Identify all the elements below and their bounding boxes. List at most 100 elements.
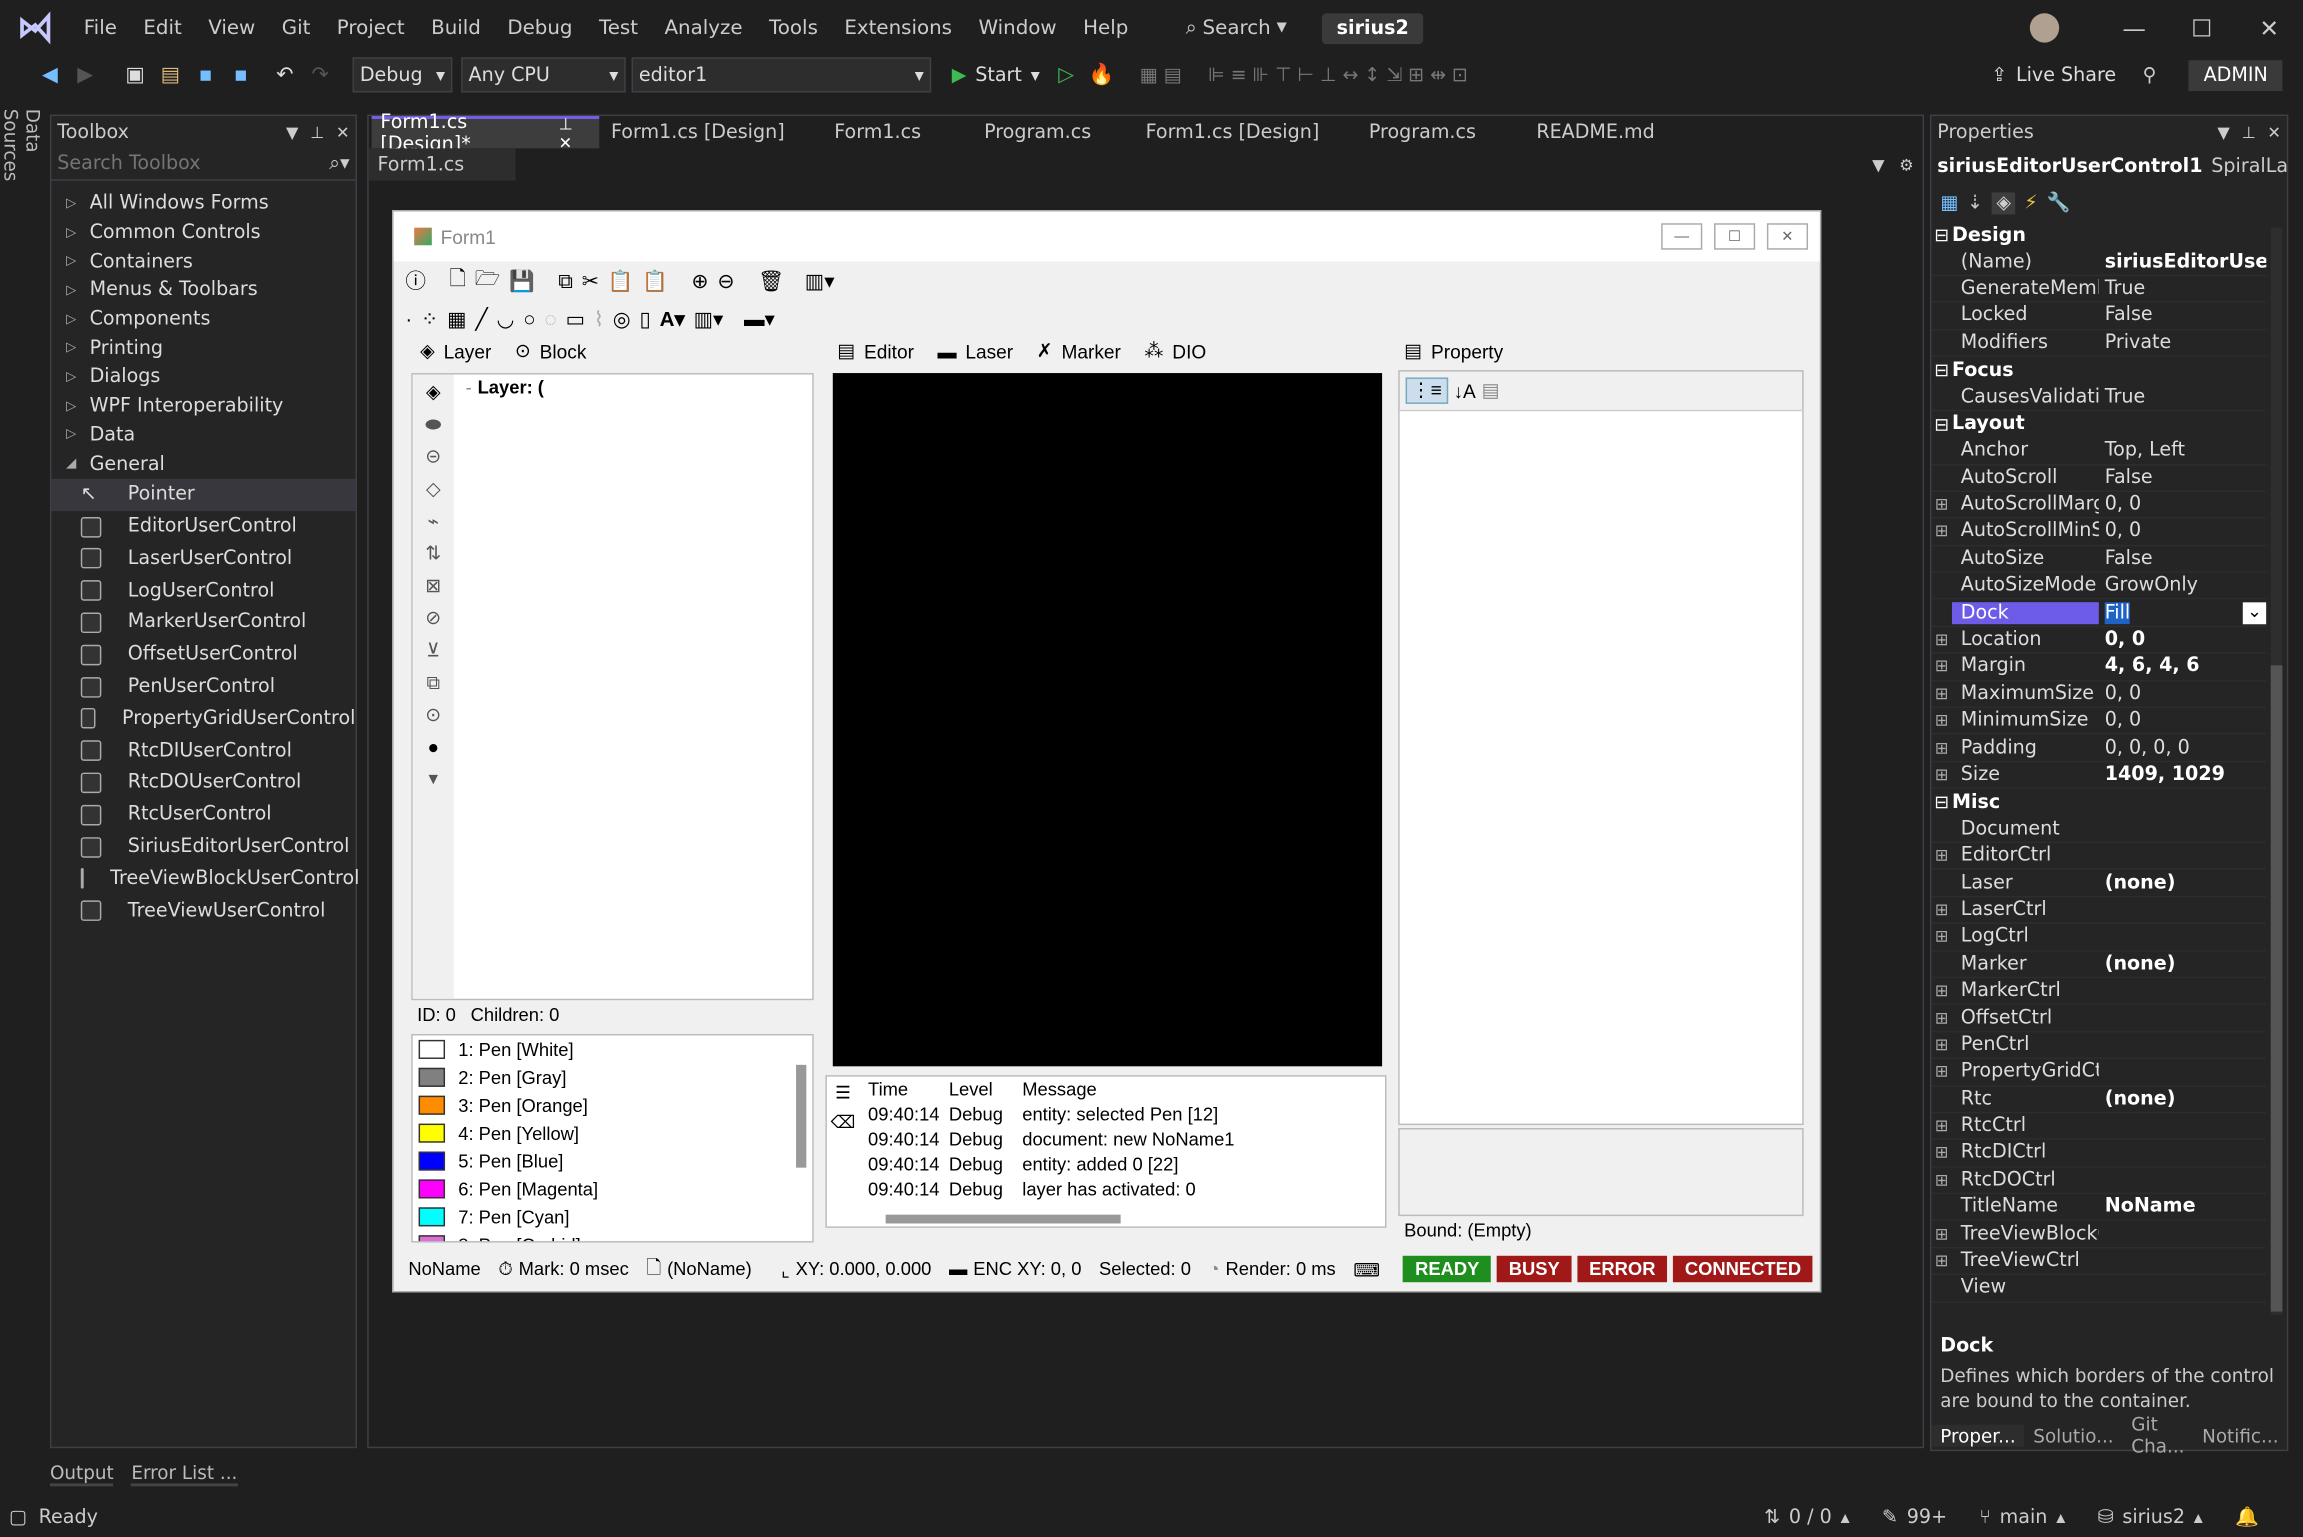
maximize-icon[interactable]: ☐: [2168, 14, 2236, 42]
property-value[interactable]: False: [2099, 467, 2266, 489]
expand-icon[interactable]: ⊞: [1931, 846, 1952, 865]
properties-bottom-tab[interactable]: Solutio...: [2024, 1424, 2122, 1446]
hot-reload-icon[interactable]: 🔥: [1087, 60, 1116, 89]
tab-property[interactable]: ▤ Property: [1392, 339, 1515, 363]
property-row[interactable]: AutoSize False: [1931, 546, 2267, 573]
doc-tab[interactable]: Program.cs: [975, 116, 1134, 148]
property-category[interactable]: ⊟ Layout: [1931, 411, 2266, 438]
expand-icon[interactable]: ⊞: [1931, 495, 1952, 514]
expand-icon[interactable]: ⊞: [1931, 738, 1952, 757]
property-row[interactable]: ⊞ RtcDOCtrl: [1931, 1167, 2267, 1195]
property-row[interactable]: View: [1931, 1275, 2267, 1303]
layer-node[interactable]: - Layer: (: [466, 377, 544, 398]
property-row[interactable]: ⊞ OffsetCtrl: [1931, 1005, 2267, 1033]
property-row[interactable]: ⊞ AutoScrollMinSize0, 0: [1931, 519, 2267, 546]
align-left-icon[interactable]: ⊫: [1208, 64, 1225, 86]
property-row[interactable]: ⊞ AutoScrollMargin0, 0: [1931, 492, 2267, 519]
expand-icon[interactable]: ⊞: [1931, 630, 1952, 649]
categorized-icon[interactable]: ⋮≡: [1405, 377, 1448, 404]
pen-item[interactable]: 6: Pen [Magenta]: [413, 1175, 813, 1203]
property-row[interactable]: ⊞ MarkerCtrl: [1931, 978, 2267, 1006]
pen-item[interactable]: 3: Pen [Orange]: [413, 1091, 813, 1119]
property-value[interactable]: Top, Left: [2099, 440, 2266, 462]
property-value[interactable]: siriusEditorUserCor: [2099, 251, 2267, 273]
solution-explorer-icon[interactable]: ▦: [1140, 64, 1158, 86]
toolbox-category[interactable]: ▷ Containers: [51, 247, 355, 276]
toolbox-category[interactable]: ▷ Components: [51, 305, 355, 334]
save-icon[interactable]: ▪: [191, 60, 220, 89]
disable-icon[interactable]: ⊝: [425, 445, 441, 469]
property-value[interactable]: False: [2099, 548, 2266, 570]
toolbox-control-item[interactable]: TreeViewBlockUserControl: [51, 863, 359, 895]
back-icon[interactable]: ◀: [35, 60, 64, 89]
menu-view[interactable]: View: [195, 0, 269, 56]
pen-item[interactable]: 1: Pen [White]: [413, 1035, 813, 1063]
undo-icon[interactable]: ↶: [270, 60, 299, 89]
chevron-down-icon[interactable]: ⌄: [2242, 601, 2267, 624]
property-value[interactable]: (none): [2099, 872, 2266, 894]
menu-tools[interactable]: Tools: [756, 0, 831, 56]
pen-item[interactable]: 7: Pen [Cyan]: [413, 1203, 813, 1231]
property-value[interactable]: 0, 0: [2099, 494, 2266, 516]
expand-icon[interactable]: ⊞: [1931, 900, 1952, 919]
toolbox-control-item[interactable]: RtcUserControl: [51, 799, 355, 831]
live-share-button[interactable]: ⇪ Live Share: [1991, 64, 2116, 86]
tab-layer[interactable]: ◈ Layer: [408, 339, 503, 363]
properties-bottom-tab[interactable]: Git Cha...: [2122, 1413, 2193, 1457]
status-branch[interactable]: ⑂ main ▲: [1979, 1506, 2065, 1528]
menu-analyze[interactable]: Analyze: [651, 0, 756, 56]
menu-project[interactable]: Project: [324, 0, 418, 56]
tab-block[interactable]: ⊙ Block: [503, 339, 598, 363]
property-value[interactable]: 0, 0: [2099, 629, 2266, 651]
property-row[interactable]: ⊞ RtcCtrl: [1931, 1113, 2267, 1141]
expand-icon[interactable]: ⊞: [1931, 1143, 1952, 1162]
toolbox-category[interactable]: ▷ WPF Interoperability: [51, 392, 355, 421]
tab-dio[interactable]: ⁂ DIO: [1133, 339, 1218, 363]
size-both-icon[interactable]: ⇲: [1386, 64, 1402, 86]
expand-icon[interactable]: ⊞: [1931, 657, 1952, 676]
bound-icon[interactable]: ⊠: [425, 574, 441, 598]
pin-icon[interactable]: ⊥: [310, 123, 324, 142]
toolbox-pointer[interactable]: ↖ Pointer: [51, 478, 356, 511]
pin-icon[interactable]: ⊥: [2242, 123, 2256, 142]
expand-icon[interactable]: ⊞: [1931, 1008, 1952, 1027]
expand-icon[interactable]: ⊞: [1931, 1035, 1952, 1054]
alphabetical-icon[interactable]: ↓A: [1453, 380, 1475, 402]
menu-debug[interactable]: Debug: [494, 0, 586, 56]
path-icon[interactable]: ⌁: [428, 510, 439, 534]
expand-icon[interactable]: ⊞: [1931, 1116, 1952, 1135]
barcode-icon[interactable]: ▥▾: [694, 306, 724, 331]
expand-icon[interactable]: ⊞: [1931, 1251, 1952, 1270]
size-width-icon[interactable]: ↔: [1343, 64, 1359, 86]
toolbox-control-item[interactable]: PropertyGridUserControl: [51, 703, 355, 735]
arc-icon[interactable]: ◡: [497, 306, 515, 331]
redo-icon[interactable]: ↷: [306, 60, 335, 89]
line-icon[interactable]: ╱: [475, 306, 487, 331]
align-top-icon[interactable]: ⊤: [1275, 64, 1292, 86]
chevron-down-icon[interactable]: ▼: [2217, 123, 2229, 142]
property-value[interactable]: (none): [2099, 1088, 2266, 1110]
property-row[interactable]: ⊞ TreeViewCtrl: [1931, 1248, 2267, 1276]
expand-icon[interactable]: ⊞: [1931, 981, 1952, 1000]
property-row[interactable]: ⊞ PropertyGridCtrl: [1931, 1059, 2267, 1087]
toolbox-category[interactable]: ▷ Data: [51, 421, 355, 450]
property-value[interactable]: Private: [2099, 332, 2266, 354]
clipboard-icon[interactable]: ▯: [639, 306, 650, 331]
link-icon[interactable]: ⊘: [425, 607, 441, 631]
doc-tab[interactable]: Program.cs: [1360, 116, 1525, 148]
property-row[interactable]: Anchor Top, Left: [1931, 438, 2267, 465]
tab-marker[interactable]: ✗ Marker: [1025, 339, 1133, 363]
align-center-icon[interactable]: ≡: [1231, 64, 1247, 86]
tab-laser[interactable]: ▬ Laser: [926, 340, 1025, 362]
properties-object-select[interactable]: siriusEditorUserControl1 SpiralLab.Siri …: [1931, 148, 2287, 183]
property-pages-icon[interactable]: ▤: [1482, 379, 1500, 403]
toolbox-control-item[interactable]: LogUserControl: [51, 575, 355, 607]
search-button[interactable]: ⌕ Search ▼: [1174, 16, 1299, 40]
size-height-icon[interactable]: ↕: [1364, 64, 1380, 86]
toolbox-category[interactable]: ▷ Dialogs: [51, 363, 355, 392]
feedback-icon[interactable]: ⚲: [2143, 64, 2157, 86]
platform-select[interactable]: Any CPU ▼: [461, 57, 626, 93]
rectangle-icon[interactable]: ▭: [566, 306, 585, 331]
close-icon[interactable]: ✕: [2267, 123, 2281, 142]
property-value[interactable]: 1409, 1029: [2099, 764, 2266, 786]
